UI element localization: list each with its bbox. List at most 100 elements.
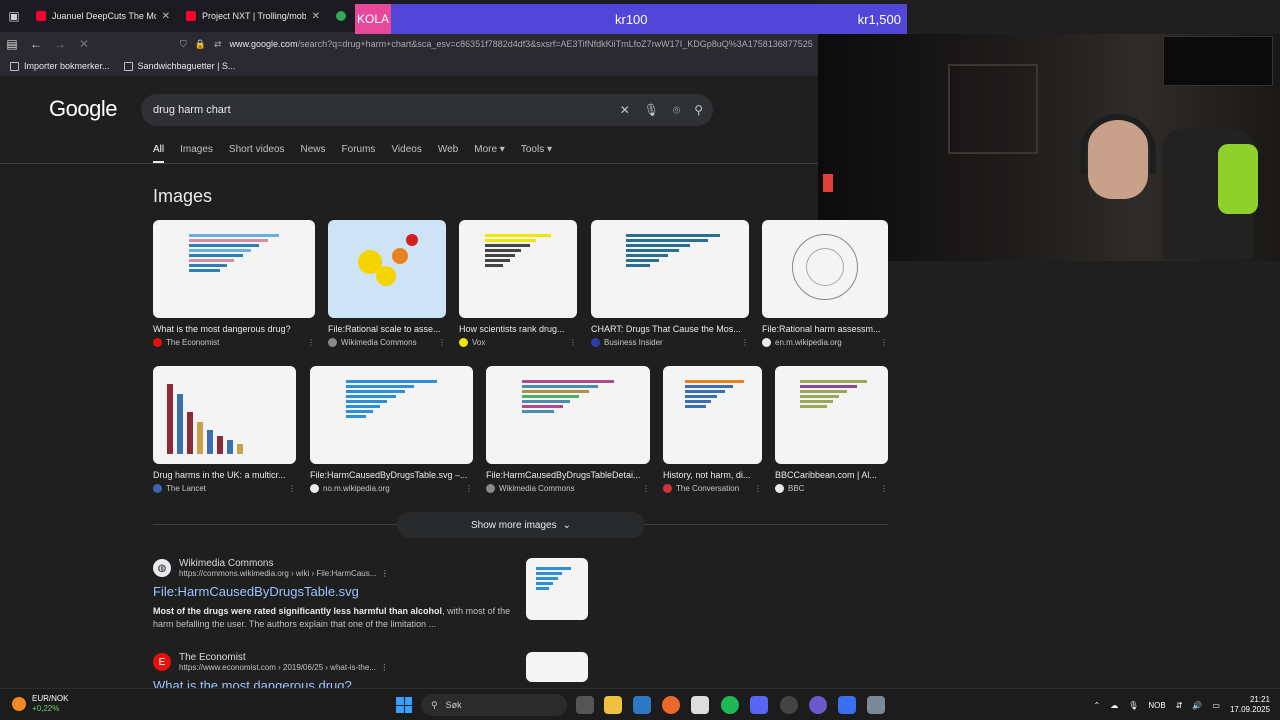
app-icon[interactable] (691, 696, 709, 714)
more-options-icon[interactable]: ⋮ (754, 484, 762, 493)
browser-tab[interactable]: Project NXT | Trolling/mobbing ✕ (178, 2, 328, 30)
battery-icon[interactable]: ▭ (1212, 701, 1220, 710)
browser-tab[interactable]: Juanuel DeepCuts The Movie P ✕ (28, 2, 178, 30)
app-icon[interactable] (633, 696, 651, 714)
result-thumbnail[interactable] (526, 652, 588, 682)
chevron-up-icon[interactable]: ⌃ (1094, 701, 1101, 710)
image-thumbnail[interactable] (663, 366, 762, 464)
tab-web[interactable]: Web (438, 144, 458, 163)
back-icon[interactable]: ← (24, 37, 48, 51)
show-more-images-button[interactable]: Show more images ⌄ (397, 512, 645, 538)
image-thumbnail[interactable] (591, 220, 749, 318)
close-icon[interactable]: ✕ (312, 11, 320, 22)
network-icon[interactable]: ⇵ (1176, 701, 1183, 710)
image-result[interactable]: How scientists rank drug... Vox ⋮ (459, 220, 577, 347)
close-icon[interactable]: ✕ (162, 11, 170, 22)
more-options-icon[interactable]: ⋮ (438, 338, 446, 347)
image-caption[interactable]: File:Rational harm assessm... (762, 324, 888, 334)
clear-icon[interactable]: ✕ (620, 103, 630, 118)
image-result[interactable]: File:HarmCausedByDrugsTableDetai... Wiki… (486, 366, 650, 493)
discord-icon[interactable] (750, 696, 768, 714)
taskbar-search[interactable]: ⚲ Søk (421, 694, 567, 716)
image-result[interactable]: CHART: Drugs That Cause the Mos... Busin… (591, 220, 749, 347)
image-thumbnail[interactable] (328, 220, 446, 318)
image-thumbnail[interactable] (153, 366, 296, 464)
tab-videos[interactable]: Videos (391, 144, 421, 163)
result-url[interactable]: https://www.economist.com › 2019/06/25 ›… (179, 663, 388, 672)
more-options-icon[interactable]: ⋮ (642, 484, 650, 493)
microphone-icon[interactable]: 🎙 (1128, 701, 1138, 710)
permissions-icon[interactable]: ⇄ (214, 39, 222, 50)
image-result[interactable]: File:Rational scale to asse... Wikimedia… (328, 220, 446, 347)
tab-tools[interactable]: Tools ▾ (521, 144, 552, 163)
stop-icon[interactable]: ✕ (72, 37, 96, 51)
more-options-icon[interactable]: ⋮ (465, 484, 473, 493)
result-title[interactable]: What is the most dangerous drug? (153, 678, 388, 688)
spotify-icon[interactable] (721, 696, 739, 714)
tab-news[interactable]: News (301, 144, 326, 163)
result-site-name[interactable]: Wikimedia Commons (179, 558, 389, 569)
windows-start-icon[interactable] (396, 697, 412, 713)
more-options-icon[interactable]: ⋮ (569, 338, 577, 347)
address-bar[interactable]: ⛉ 🔒 ⇄ www.google.com/search?q=drug+harm+… (180, 35, 816, 53)
browser-tab[interactable] (328, 2, 348, 30)
image-result[interactable]: Drug harms in the UK: a multicr... The L… (153, 366, 296, 493)
tab-list-icon[interactable]: ▣ (0, 0, 28, 32)
file-explorer-icon[interactable] (604, 696, 622, 714)
task-view-icon[interactable] (576, 696, 594, 714)
image-caption[interactable]: History, not harm, di... (663, 470, 762, 480)
image-thumbnail[interactable] (775, 366, 888, 464)
volume-icon[interactable]: 🔊 (1192, 701, 1202, 710)
more-options-icon[interactable]: ⋮ (880, 338, 888, 347)
image-caption[interactable]: Drug harms in the UK: a multicr... (153, 470, 296, 480)
search-input[interactable]: drug harm chart ✕ 🎙 ⌾ ⚲ (141, 94, 713, 126)
microphone-icon[interactable]: 🎙 (644, 103, 659, 118)
image-thumbnail[interactable] (153, 220, 315, 318)
image-result[interactable]: History, not harm, di... The Conversatio… (663, 366, 762, 493)
image-caption[interactable]: File:HarmCausedByDrugsTable.svg –... (310, 470, 473, 480)
keyboard-language[interactable]: NOB (1148, 701, 1165, 710)
tab-more[interactable]: More ▾ (474, 144, 505, 163)
forward-icon[interactable]: → (48, 37, 72, 51)
ticker-widget[interactable]: EUR/NOK +0,22% (12, 694, 68, 714)
more-options-icon[interactable]: ⋮ (307, 338, 315, 347)
image-caption[interactable]: BBCCaribbean.com | Al... (775, 470, 888, 480)
more-options-icon[interactable]: ⋮ (288, 484, 296, 493)
image-result[interactable]: What is the most dangerous drug? The Eco… (153, 220, 315, 347)
image-result[interactable]: BBCCaribbean.com | Al... BBC ⋮ (775, 366, 888, 493)
image-thumbnail[interactable] (310, 366, 473, 464)
result-title[interactable]: File:HarmCausedByDrugsTable.svg (153, 584, 513, 599)
tab-short-videos[interactable]: Short videos (229, 144, 285, 163)
image-caption[interactable]: File:Rational scale to asse... (328, 324, 446, 334)
result-thumbnail[interactable] (526, 558, 588, 620)
settings-icon[interactable] (867, 696, 885, 714)
search-icon[interactable]: ⚲ (694, 103, 703, 118)
google-logo[interactable]: Google (49, 96, 117, 122)
result-site-name[interactable]: The Economist (179, 652, 388, 663)
image-thumbnail[interactable] (762, 220, 888, 318)
image-caption[interactable]: What is the most dangerous drug? (153, 324, 315, 334)
clock[interactable]: 21:21 17.09.2025 (1230, 695, 1270, 715)
image-result[interactable]: File:HarmCausedByDrugsTable.svg –... no.… (310, 366, 473, 493)
app-icon[interactable] (780, 696, 798, 714)
bookmark-item[interactable]: Sandwichbaguetter | S... (123, 61, 235, 71)
tray-app-icon[interactable]: ☁ (1110, 701, 1118, 710)
more-options-icon[interactable]: ⋮ (880, 484, 888, 493)
image-caption[interactable]: File:HarmCausedByDrugsTableDetai... (486, 470, 650, 480)
result-url[interactable]: https://commons.wikimedia.org › wiki › F… (179, 569, 389, 578)
tab-all[interactable]: All (153, 144, 165, 163)
more-options-icon[interactable]: ⋮ (741, 338, 749, 347)
image-thumbnail[interactable] (459, 220, 577, 318)
sidebar-toggle-icon[interactable]: ▤ (0, 37, 24, 51)
lock-icon[interactable]: 🔒 (195, 39, 206, 50)
tab-forums[interactable]: Forums (342, 144, 376, 163)
lens-icon[interactable]: ⌾ (673, 103, 680, 118)
image-caption[interactable]: How scientists rank drug... (459, 324, 577, 334)
tab-images[interactable]: Images (180, 144, 213, 163)
image-thumbnail[interactable] (486, 366, 650, 464)
bookmark-item[interactable]: Importer bokmerker... (10, 61, 110, 71)
image-caption[interactable]: CHART: Drugs That Cause the Mos... (591, 324, 749, 334)
firefox-icon[interactable] (662, 696, 680, 714)
app-icon[interactable] (809, 696, 827, 714)
app-icon[interactable] (838, 696, 856, 714)
